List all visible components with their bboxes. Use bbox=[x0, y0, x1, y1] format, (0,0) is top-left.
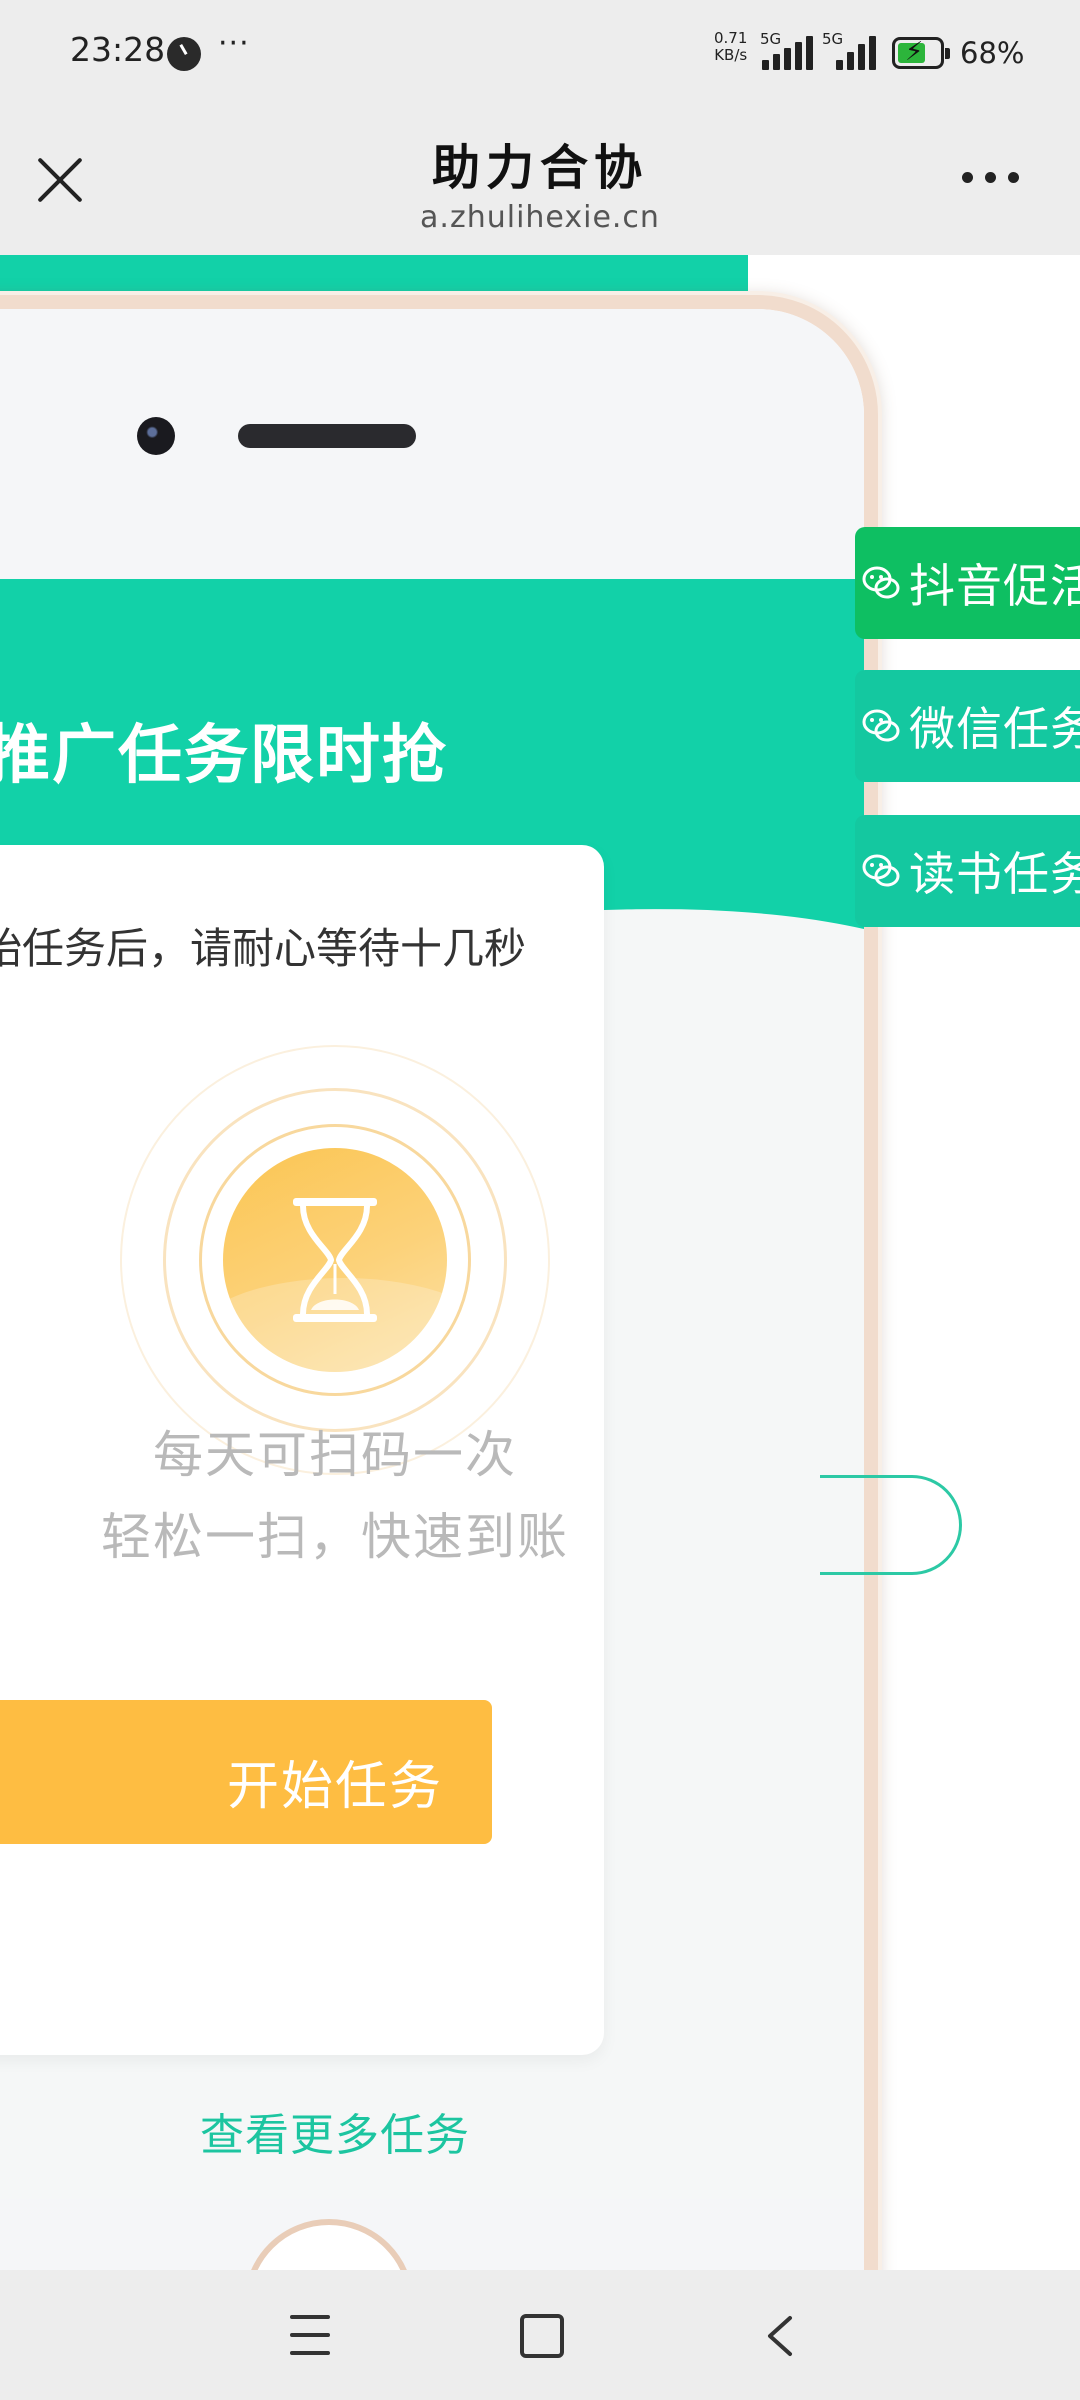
phone-screen: 号号推广任务限时抢 点击开始任务后，请耐心等待十几秒 bbox=[0, 579, 864, 2199]
side-tab-label: 读书任务 bbox=[909, 847, 1080, 901]
status-more-dots: ··· bbox=[218, 26, 250, 61]
side-outline-button[interactable] bbox=[820, 1475, 962, 1575]
top-teal-band bbox=[0, 255, 748, 300]
signal-icon bbox=[762, 34, 813, 70]
phone-mockup: 号号推广任务限时抢 点击开始任务后，请耐心等待十几秒 bbox=[0, 295, 878, 2270]
wechat-icon bbox=[862, 709, 900, 742]
status-time: 23:28 bbox=[70, 30, 166, 69]
screen: 23:28 ··· 0.71 KB/s 5G 5G ⚡ 68% 助力合协 a.z… bbox=[0, 0, 1080, 2400]
battery-icon: ⚡ bbox=[892, 37, 950, 69]
side-tab-label: 抖音促活 bbox=[909, 559, 1080, 613]
camera-icon bbox=[137, 417, 175, 455]
phone-home-button bbox=[244, 2219, 414, 2270]
side-tab-wechat[interactable]: 微信任务 bbox=[855, 670, 1080, 782]
home-icon[interactable] bbox=[520, 2314, 564, 2358]
signal-icon-2 bbox=[836, 34, 876, 70]
page-content: 号号推广任务限时抢 点击开始任务后，请耐心等待十几秒 bbox=[0, 255, 1080, 2270]
phone-body: 号号推广任务限时抢 点击开始任务后，请耐心等待十几秒 bbox=[0, 309, 864, 2270]
clock-icon bbox=[167, 37, 201, 71]
hourglass-icon bbox=[293, 1198, 377, 1322]
back-icon[interactable] bbox=[760, 2314, 800, 2358]
system-nav-bar bbox=[0, 2270, 1080, 2400]
browser-header: 助力合协 a.zhulihexie.cn bbox=[0, 100, 1080, 255]
page-title: 助力合协 bbox=[431, 140, 648, 196]
net-rate-value: 0.71 bbox=[714, 29, 748, 47]
start-task-label: 开始任务 bbox=[226, 1758, 443, 1816]
task-card: 点击开始任务后，请耐心等待十几秒 bbox=[0, 845, 604, 2055]
start-task-button[interactable]: 开始任务 bbox=[0, 1700, 492, 1844]
wechat-icon bbox=[862, 566, 900, 599]
speaker-icon bbox=[238, 424, 416, 448]
net-rate-unit: KB/s bbox=[714, 46, 748, 64]
hourglass-badge bbox=[223, 1148, 447, 1372]
battery-percent: 68% bbox=[960, 36, 1025, 70]
charging-bolt-icon: ⚡ bbox=[905, 37, 924, 67]
side-tab-reading[interactable]: 读书任务 bbox=[855, 815, 1080, 927]
banner-title: 号号推广任务限时抢 bbox=[0, 719, 448, 793]
status-bar: 23:28 ··· 0.71 KB/s 5G 5G ⚡ 68% bbox=[0, 0, 1080, 100]
wechat-icon bbox=[862, 854, 900, 887]
net-rate: 0.71 KB/s bbox=[714, 30, 747, 64]
page-url: a.zhulihexie.cn bbox=[420, 200, 660, 235]
scan-fast-text: 轻松一扫，快速到账 bbox=[101, 1508, 569, 1566]
more-options-icon[interactable] bbox=[962, 172, 1028, 192]
scan-once-text: 每天可扫码一次 bbox=[153, 1426, 517, 1484]
wait-note: 点击开始任务后，请耐心等待十几秒 bbox=[0, 924, 527, 973]
side-tab-label: 微信任务 bbox=[909, 702, 1080, 756]
side-tab-douyin[interactable]: 抖音促活 bbox=[855, 527, 1080, 639]
more-tasks-link[interactable]: 查看更多任务 bbox=[0, 2099, 816, 2163]
menu-icon[interactable] bbox=[290, 2315, 330, 2355]
